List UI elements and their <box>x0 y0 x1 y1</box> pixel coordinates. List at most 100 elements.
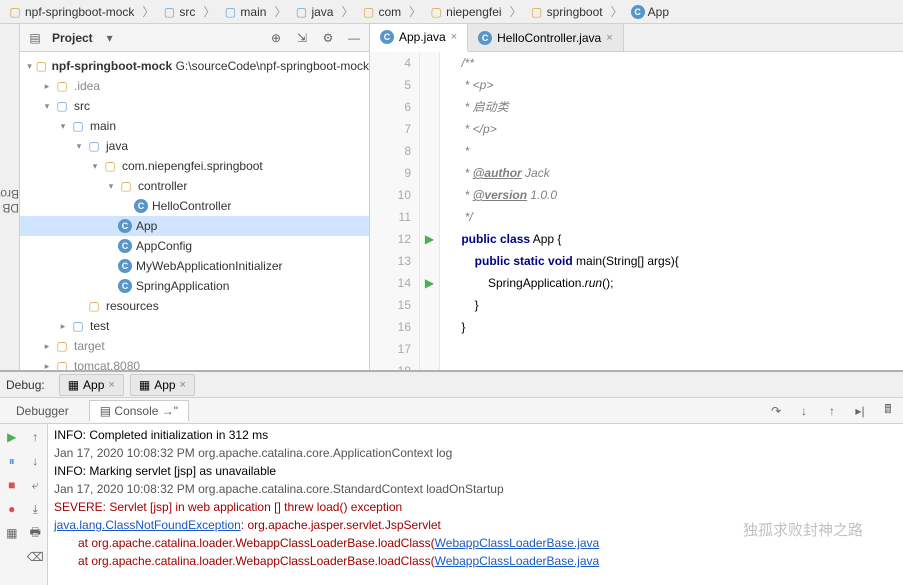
editor-panel: CApp.java× CHelloController.java× 456789… <box>370 24 903 370</box>
tree-root[interactable]: ▾▢npf-springboot-mock G:\sourceCode\npf-… <box>20 56 369 76</box>
debug-header: Debug: ▦App× ▦App× <box>0 372 903 398</box>
breadcrumb-item[interactable]: ▢main <box>219 3 270 21</box>
tree-item-test[interactable]: ▸▢test <box>20 316 369 336</box>
run-config-tab[interactable]: ▦App× <box>130 374 195 396</box>
chevron-down-icon[interactable]: ▾ <box>72 141 86 152</box>
breadcrumb-item[interactable]: ▢java <box>290 3 337 21</box>
layout-icon[interactable]: ▦ <box>3 524 21 542</box>
chevron-right-icon[interactable]: ▸ <box>56 321 70 332</box>
chevron-down-icon[interactable]: ▾ <box>104 181 118 192</box>
project-panel: ▤ Project ▾ ⊕ ⇲ ⚙ — ▾▢npf-springboot-moc… <box>20 24 370 370</box>
console-output[interactable]: INFO: Completed initialization in 312 ms… <box>48 424 903 585</box>
folder-icon: ▢ <box>162 5 176 19</box>
tree-item-target[interactable]: ▸▢target <box>20 336 369 356</box>
close-icon[interactable]: × <box>606 32 612 44</box>
console-line: at org.apache.catalina.loader.WebappClas… <box>54 552 897 570</box>
tree-item-main[interactable]: ▾▢main <box>20 116 369 136</box>
tree-item-hello[interactable]: CHelloController <box>20 196 369 216</box>
editor-tab-hello[interactable]: CHelloController.java× <box>468 24 624 51</box>
class-icon: C <box>118 259 132 273</box>
folder-icon: ▢ <box>8 5 22 19</box>
down-icon[interactable]: ↓ <box>26 452 44 470</box>
gear-icon[interactable]: ⚙ <box>319 29 337 47</box>
dropdown-icon[interactable]: ▾ <box>101 29 119 47</box>
class-icon: C <box>118 219 132 233</box>
editor-tab-app[interactable]: CApp.java× <box>370 24 468 52</box>
console-tab[interactable]: ▤ Console →" <box>89 400 189 422</box>
breadcrumb-item[interactable]: CApp <box>627 3 673 21</box>
run-to-cursor-icon[interactable]: ▸| <box>851 402 869 420</box>
tree-item-tomcat[interactable]: ▸▢tomcat.8080 <box>20 356 369 370</box>
chevron-right-icon: 〉 <box>274 3 286 20</box>
print-icon[interactable]: 🖶 <box>26 524 44 542</box>
folder-icon: ▢ <box>294 5 308 19</box>
breadcrumb-item[interactable]: ▢npf-springboot-mock <box>4 3 138 21</box>
wrap-icon[interactable]: ⤶ <box>26 476 44 494</box>
breakpoints-icon[interactable]: ● <box>3 500 21 518</box>
package-icon: ▢ <box>361 5 375 19</box>
editor-tabs: CApp.java× CHelloController.java× <box>370 24 903 52</box>
tree-item-app[interactable]: CApp <box>20 216 369 236</box>
chevron-down-icon[interactable]: ▾ <box>56 121 70 132</box>
chevron-down-icon[interactable]: ▾ <box>40 101 54 112</box>
run-gutter-icon[interactable]: ▶ <box>420 272 439 294</box>
chevron-right-icon[interactable]: ▸ <box>40 81 54 92</box>
breadcrumb-item[interactable]: ▢com <box>357 3 405 21</box>
clear-icon[interactable]: ⌫ <box>26 548 44 566</box>
code-lines[interactable]: /** * <p> * 启动类 * </p> * * @author Jack … <box>440 52 903 370</box>
breadcrumb-item[interactable]: ▢src <box>158 3 199 21</box>
up-icon[interactable]: ↑ <box>26 428 44 446</box>
package-icon: ▢ <box>102 158 118 174</box>
watermark: 独孤求败封神之路 <box>743 519 863 540</box>
folder-icon: ▢ <box>70 118 86 134</box>
tree-item-idea[interactable]: ▸▢.idea <box>20 76 369 96</box>
project-icon: ▤ <box>26 29 44 47</box>
code-editor[interactable]: 456789101112131415161718 ▶ ▶ /** * <p> *… <box>370 52 903 370</box>
rerun-icon[interactable]: ▶ <box>3 428 21 446</box>
target-icon[interactable]: ⊕ <box>267 29 285 47</box>
tree-item-appconfig[interactable]: CAppConfig <box>20 236 369 256</box>
breadcrumb-item[interactable]: ▢niepengfei <box>425 3 505 21</box>
chevron-right-icon[interactable]: ▸ <box>40 341 54 352</box>
breadcrumb-item[interactable]: ▢springboot <box>526 3 607 21</box>
tree-item-src[interactable]: ▾▢src <box>20 96 369 116</box>
close-icon[interactable]: × <box>451 31 457 43</box>
db-browser-tab[interactable]: DB Browser <box>0 161 19 241</box>
run-gutter-icon[interactable]: ▶ <box>420 228 439 250</box>
chevron-right-icon: 〉 <box>341 3 353 20</box>
close-icon[interactable]: × <box>108 379 114 391</box>
run-config-tab[interactable]: ▦App× <box>59 374 124 396</box>
tool-window-bar: DB Browser Alibaba Cloud Explorer <box>0 24 20 370</box>
close-icon[interactable]: × <box>180 379 186 391</box>
project-tree[interactable]: ▾▢npf-springboot-mock G:\sourceCode\npf-… <box>20 52 369 370</box>
tree-item-package[interactable]: ▾▢com.niepengfei.springboot <box>20 156 369 176</box>
chevron-down-icon[interactable]: ▾ <box>88 161 102 172</box>
tree-item-mywebapp[interactable]: CMyWebApplicationInitializer <box>20 256 369 276</box>
folder-icon: ▢ <box>54 78 70 94</box>
evaluate-icon[interactable]: 🖩 <box>879 402 897 420</box>
stop-icon[interactable]: ■ <box>3 476 21 494</box>
chevron-down-icon[interactable]: ▾ <box>24 61 35 72</box>
chevron-right-icon: 〉 <box>203 3 215 20</box>
debug-label: Debug: <box>6 378 45 392</box>
resources-folder-icon: ▢ <box>86 298 102 314</box>
project-header: ▤ Project ▾ ⊕ ⇲ ⚙ — <box>20 24 369 52</box>
package-icon: ▢ <box>530 5 544 19</box>
debug-panel: Debug: ▦App× ▦App× Debugger ▤ Console →"… <box>0 370 903 585</box>
step-into-icon[interactable]: ↓ <box>795 402 813 420</box>
step-out-icon[interactable]: ↑ <box>823 402 841 420</box>
tree-item-controller[interactable]: ▾▢controller <box>20 176 369 196</box>
pause-icon[interactable]: ⏸ <box>3 452 21 470</box>
target-folder-icon: ▢ <box>54 338 70 354</box>
chevron-right-icon[interactable]: ▸ <box>40 361 54 371</box>
tree-item-resources[interactable]: ▢resources <box>20 296 369 316</box>
package-icon: ▢ <box>118 178 134 194</box>
app-icon: ▦ <box>68 378 79 392</box>
collapse-icon[interactable]: ⇲ <box>293 29 311 47</box>
tree-item-springapp[interactable]: CSpringApplication <box>20 276 369 296</box>
scroll-icon[interactable]: ⤓ <box>26 500 44 518</box>
step-over-icon[interactable]: ↷ <box>767 402 785 420</box>
hide-icon[interactable]: — <box>345 29 363 47</box>
tree-item-java[interactable]: ▾▢java <box>20 136 369 156</box>
debugger-tab[interactable]: Debugger <box>6 401 79 421</box>
